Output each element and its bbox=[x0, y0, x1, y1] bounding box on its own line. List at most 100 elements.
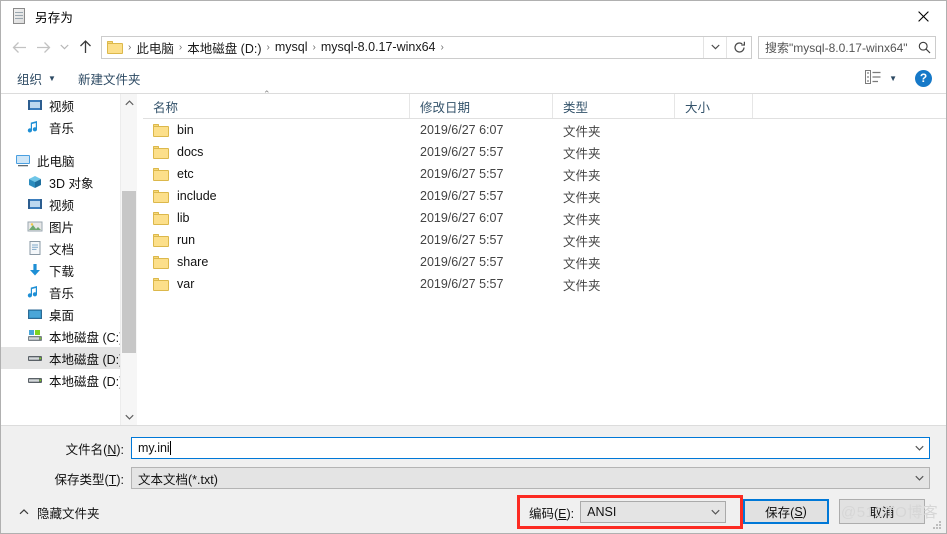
column-header-name[interactable]: 名称 ⌃ bbox=[143, 89, 410, 118]
column-header-spacer bbox=[753, 94, 946, 118]
address-bar[interactable]: › 此电脑 › 本地磁盘 (D:) › mysql › mysql-8.0.17… bbox=[101, 35, 752, 59]
sidebar-item-drive-d-2[interactable]: 本地磁盘 (D:) bbox=[1, 369, 137, 391]
encoding-select[interactable]: ANSI bbox=[580, 501, 727, 523]
back-button[interactable] bbox=[7, 35, 31, 59]
chevron-down-icon: ▼ bbox=[889, 73, 897, 83]
column-header-date[interactable]: 修改日期 bbox=[410, 94, 553, 118]
table-row[interactable]: bin 2019/6/27 6:07 文件夹 bbox=[143, 119, 946, 141]
filename-row: 文件名(N): my.ini bbox=[1, 435, 946, 461]
filename-value: my.ini bbox=[138, 441, 171, 455]
file-name: docs bbox=[177, 145, 204, 159]
folder-icon bbox=[153, 145, 169, 159]
sidebar-item-music[interactable]: 音乐 bbox=[1, 281, 137, 303]
sidebar-scrollbar[interactable] bbox=[120, 94, 137, 425]
cell-name: etc bbox=[143, 167, 410, 181]
table-row[interactable]: var 2019/6/27 5:57 文件夹 bbox=[143, 273, 946, 295]
sidebar-label: 音乐 bbox=[49, 121, 75, 136]
sidebar-item-documents[interactable]: 文档 bbox=[1, 237, 137, 259]
documents-icon bbox=[27, 240, 43, 256]
action-row: 隐藏文件夹 编码(E): ANSI 保存(S) 取消 @51CTO博客 bbox=[1, 491, 946, 533]
column-header-type[interactable]: 类型 bbox=[553, 94, 675, 118]
column-label: 修改日期 bbox=[420, 100, 471, 115]
sidebar-item-videos-quick[interactable]: 视频 bbox=[1, 94, 137, 116]
savetype-select[interactable]: 文本文档(*.txt) bbox=[131, 467, 930, 489]
table-row[interactable]: etc 2019/6/27 5:57 文件夹 bbox=[143, 163, 946, 185]
sidebar-label: 图片 bbox=[49, 220, 75, 235]
view-layout-icon bbox=[865, 69, 881, 87]
cell-name: lib bbox=[143, 211, 410, 225]
breadcrumb-separator: › bbox=[440, 41, 444, 53]
sidebar-item-pictures[interactable]: 图片 bbox=[1, 215, 137, 237]
breadcrumb-item-0[interactable]: 此电脑 bbox=[133, 38, 177, 57]
encoding-value: ANSI bbox=[587, 505, 617, 519]
this-pc-icon bbox=[15, 152, 31, 168]
desktop-icon bbox=[27, 306, 43, 322]
scroll-up-button[interactable] bbox=[121, 94, 137, 111]
videos-icon bbox=[27, 196, 43, 212]
file-name: bin bbox=[177, 123, 194, 137]
chevron-down-icon[interactable] bbox=[705, 509, 725, 515]
videos-icon bbox=[27, 97, 43, 113]
organize-label: 组织 bbox=[17, 72, 43, 87]
sidebar-item-downloads[interactable]: 下载 bbox=[1, 259, 137, 281]
hide-folders-button[interactable]: 隐藏文件夹 bbox=[19, 503, 100, 522]
sidebar-item-videos[interactable]: 视频 bbox=[1, 193, 137, 215]
file-name: include bbox=[177, 189, 217, 203]
cell-date: 2019/6/27 6:07 bbox=[420, 123, 504, 137]
refresh-icon[interactable] bbox=[726, 36, 751, 58]
breadcrumb-separator: › bbox=[312, 41, 316, 53]
sidebar-item-3d-objects[interactable]: 3D 对象 bbox=[1, 171, 137, 193]
close-button[interactable] bbox=[901, 1, 946, 31]
scrollbar-thumb[interactable] bbox=[122, 191, 136, 353]
cell-name: var bbox=[143, 277, 410, 291]
table-row[interactable]: run 2019/6/27 5:57 文件夹 bbox=[143, 229, 946, 251]
breadcrumb-item-3[interactable]: mysql-8.0.17-winx64 bbox=[318, 40, 439, 54]
sidebar-item-drive-c[interactable]: 本地磁盘 (C:) bbox=[1, 325, 137, 347]
table-row[interactable]: include 2019/6/27 5:57 文件夹 bbox=[143, 185, 946, 207]
title-bar: 另存为 bbox=[1, 1, 946, 31]
search-box[interactable]: 搜索"mysql-8.0.17-winx64" bbox=[758, 35, 936, 59]
column-header-size[interactable]: 大小 bbox=[675, 94, 753, 118]
organize-button[interactable]: 组织 ▼ bbox=[17, 69, 56, 88]
folder-icon bbox=[153, 189, 169, 203]
table-row[interactable]: docs 2019/6/27 5:57 文件夹 bbox=[143, 141, 946, 163]
table-row[interactable]: lib 2019/6/27 6:07 文件夹 bbox=[143, 207, 946, 229]
new-folder-button[interactable]: 新建文件夹 bbox=[78, 69, 141, 88]
address-dropdown-icon[interactable] bbox=[703, 36, 726, 58]
scroll-down-button[interactable] bbox=[121, 408, 137, 425]
cell-name: bin bbox=[143, 123, 410, 137]
sidebar-item-this-pc[interactable]: 此电脑 bbox=[1, 149, 137, 171]
save-button[interactable]: 保存(S) bbox=[743, 499, 829, 524]
column-label: 大小 bbox=[685, 100, 711, 115]
sidebar-label: 下载 bbox=[49, 264, 75, 279]
forward-button[interactable] bbox=[31, 35, 55, 59]
text-cursor bbox=[169, 441, 171, 455]
filename-input[interactable]: my.ini bbox=[131, 437, 930, 459]
column-label: 类型 bbox=[563, 100, 589, 115]
chevron-down-icon[interactable] bbox=[909, 475, 929, 481]
sidebar-item-music-quick[interactable]: 音乐 bbox=[1, 116, 137, 138]
breadcrumb-item-2[interactable]: mysql bbox=[272, 40, 311, 54]
cell-type: 文件夹 bbox=[563, 278, 601, 293]
cancel-button[interactable]: 取消 bbox=[839, 499, 925, 524]
folder-icon bbox=[107, 40, 123, 54]
breadcrumb-item-1[interactable]: 本地磁盘 (D:) bbox=[184, 38, 264, 57]
view-options-button[interactable]: ▼ bbox=[865, 69, 897, 87]
music-icon bbox=[27, 119, 43, 135]
cell-type: 文件夹 bbox=[563, 234, 601, 249]
chevron-down-icon[interactable] bbox=[909, 445, 929, 451]
up-button[interactable] bbox=[73, 35, 97, 59]
chevron-up-icon bbox=[19, 507, 29, 517]
table-row[interactable]: share 2019/6/27 5:57 文件夹 bbox=[143, 251, 946, 273]
cell-type: 文件夹 bbox=[563, 124, 601, 139]
cell-date: 2019/6/27 5:57 bbox=[420, 255, 504, 269]
cell-name: docs bbox=[143, 145, 410, 159]
sidebar-item-desktop[interactable]: 桌面 bbox=[1, 303, 137, 325]
resize-grip[interactable] bbox=[932, 520, 942, 530]
search-input[interactable]: 搜索"mysql-8.0.17-winx64" bbox=[759, 39, 913, 56]
recent-locations-button[interactable] bbox=[55, 35, 73, 59]
sidebar-item-drive-d[interactable]: 本地磁盘 (D:) bbox=[1, 347, 137, 369]
sidebar-label: 视频 bbox=[49, 198, 75, 213]
help-icon[interactable]: ? bbox=[915, 69, 932, 87]
folder-icon bbox=[153, 277, 169, 291]
